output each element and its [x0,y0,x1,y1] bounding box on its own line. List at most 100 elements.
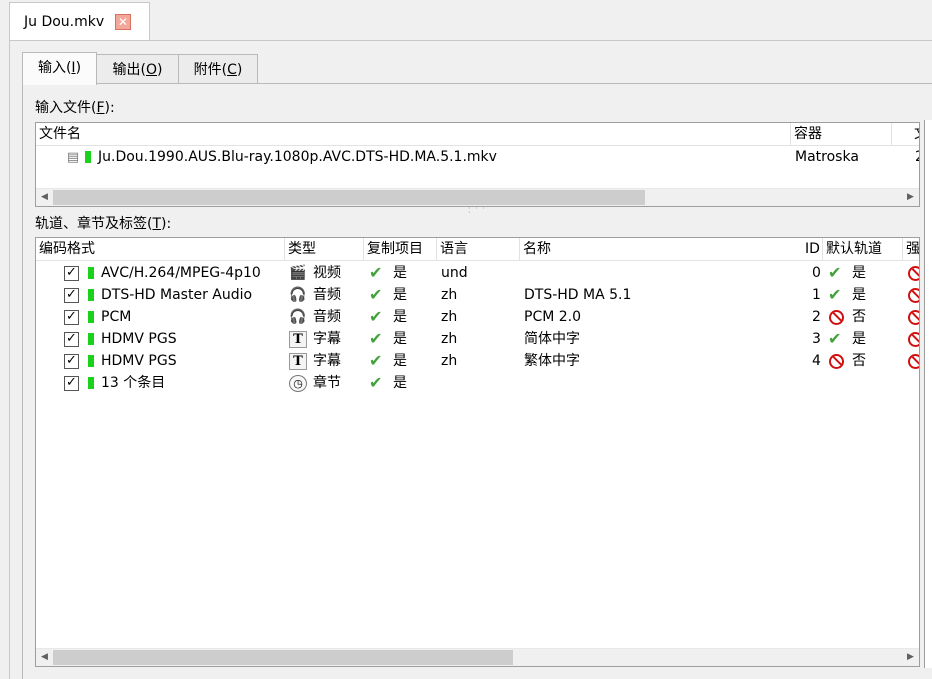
column-forced[interactable]: 强 [903,238,919,260]
column-type[interactable]: 类型 [285,238,364,260]
track-checkbox[interactable]: ✓ [64,354,79,369]
column-codec[interactable]: 编码格式 [36,238,285,260]
status-marker [85,151,91,163]
file-row[interactable]: ▤ Ju.Dou.1990.AUS.Blu-ray.1080p.AVC.DTS-… [36,146,919,168]
scroll-left-icon[interactable]: ◀ [36,649,53,666]
forced-no-icon [908,266,919,281]
scroll-right-icon[interactable]: ▶ [902,649,919,666]
forced-no-icon [908,332,919,347]
track-codec: DTS-HD Master Audio [101,287,253,303]
track-default: 是 [852,287,866,303]
column-language[interactable]: 语言 [437,238,520,260]
tab-output[interactable]: 输出(O) [96,54,179,85]
track-checkbox[interactable]: ✓ [64,288,79,303]
track-codec: HDMV PGS [101,331,177,347]
track-type: 音频 [313,287,341,303]
track-id: 4 [812,353,821,369]
check-icon: ✔ [369,329,383,348]
track-type: 音频 [313,309,341,325]
track-name: 简体中字 [524,331,580,347]
check-icon: ✔ [369,351,383,370]
check-icon: ✔ [828,263,842,282]
track-copy: 是 [393,287,407,303]
input-files-list[interactable]: 文件名 容器 文 ▤ Ju.Dou.1990.AUS.Blu-ray.1080p… [35,122,920,207]
column-extra[interactable]: 文 [892,123,919,145]
track-copy: 是 [393,309,407,325]
column-default[interactable]: 默认轨道 [823,238,903,260]
track-row[interactable]: ✓ PCM 🎧 音频 ✔ 是 zh PCM 2.0 2 否 [36,306,919,328]
tab-input[interactable]: 输入(I) [22,52,97,85]
track-id: 0 [812,265,821,281]
track-checkbox[interactable]: ✓ [64,266,79,281]
document-tab[interactable]: Ju Dou.mkv ✕ [9,2,150,43]
check-icon: ✔ [828,285,842,304]
forced-no-icon [908,288,919,303]
scroll-right-icon[interactable]: ▶ [902,189,919,206]
close-tab-icon[interactable]: ✕ [115,14,131,30]
no-icon [829,310,844,325]
track-row[interactable]: ✓ HDMV PGS T 字幕 ✔ 是 zh 繁体中字 4 否 [36,350,919,372]
track-copy: 是 [393,331,407,347]
track-default: 是 [852,331,866,347]
scroll-thumb[interactable] [53,190,645,205]
track-default: 否 [852,309,866,325]
clock-icon: ◷ [289,375,307,392]
track-copy: 是 [393,265,407,281]
tab-attachments[interactable]: 附件(C) [178,54,258,85]
track-id: 2 [812,309,821,325]
tracks-hscrollbar[interactable]: ◀ ▶ [36,648,919,666]
track-codec: PCM [101,309,132,325]
track-language: zh [441,331,458,347]
track-codec: HDMV PGS [101,353,177,369]
film-icon: 🎬 [289,265,307,281]
track-default: 是 [852,265,866,281]
track-checkbox[interactable]: ✓ [64,310,79,325]
track-row[interactable]: ✓ 13 个条目 ◷ 章节 ✔ 是 [36,372,919,394]
splitter-grip[interactable]: · · · · [468,205,490,217]
text-icon: T [289,331,307,348]
file-doc-icon: ▤ [66,150,80,165]
status-marker [88,333,94,345]
status-marker [88,355,94,367]
text-icon: T [289,353,307,370]
track-name: DTS-HD MA 5.1 [524,287,632,303]
status-marker [88,267,94,279]
track-row[interactable]: ✓ DTS-HD Master Audio 🎧 音频 ✔ 是 zh DTS-HD MA 5.1… [36,284,919,306]
check-icon: ✔ [369,285,383,304]
track-row[interactable]: ✓ AVC/H.264/MPEG-4p10 🎬 视频 ✔ 是 und 0 ✔ 是 [36,262,919,284]
column-name[interactable]: 名称 [520,238,823,260]
check-icon: ✔ [369,263,383,282]
track-checkbox[interactable]: ✓ [64,376,79,391]
track-codec: AVC/H.264/MPEG-4p10 [101,265,261,281]
scroll-left-icon[interactable]: ◀ [36,189,53,206]
track-type: 字幕 [313,353,341,369]
column-container[interactable]: 容器 [791,123,892,145]
headphones-icon: 🎧 [289,287,307,303]
document-tab-title: Ju Dou.mkv [24,14,105,30]
tracks-header: 编码格式 类型 复制项目 语言 名称 ID 默认轨道 强 [36,238,919,261]
track-language: zh [441,353,458,369]
right-panel-edge [924,120,932,668]
track-type: 视频 [313,265,341,281]
tracks-list[interactable]: 编码格式 类型 复制项目 语言 名称 ID 默认轨道 强 ✓ AVC/H.264/… [35,237,920,667]
track-id: 3 [812,331,821,347]
column-copy[interactable]: 复制项目 [364,238,437,260]
no-icon [829,354,844,369]
track-language: zh [441,287,458,303]
track-default: 否 [852,353,866,369]
tracks-label: 轨道、章节及标签(T): [35,216,172,232]
check-icon: ✔ [369,307,383,326]
column-id[interactable]: ID [796,238,823,260]
track-name: PCM 2.0 [524,309,582,325]
track-copy: 是 [393,353,407,369]
input-files-header: 文件名 容器 文 [36,123,919,146]
input-files-label: 输入文件(F): [35,100,115,116]
status-marker [88,377,94,389]
track-name: 繁体中字 [524,353,580,369]
track-id: 1 [812,287,821,303]
track-copy: 是 [393,375,407,391]
track-row[interactable]: ✓ HDMV PGS T 字幕 ✔ 是 zh 简体中字 3 ✔ 是 [36,328,919,350]
scroll-thumb[interactable] [53,650,513,665]
column-filename[interactable]: 文件名 [36,123,791,145]
track-checkbox[interactable]: ✓ [64,332,79,347]
